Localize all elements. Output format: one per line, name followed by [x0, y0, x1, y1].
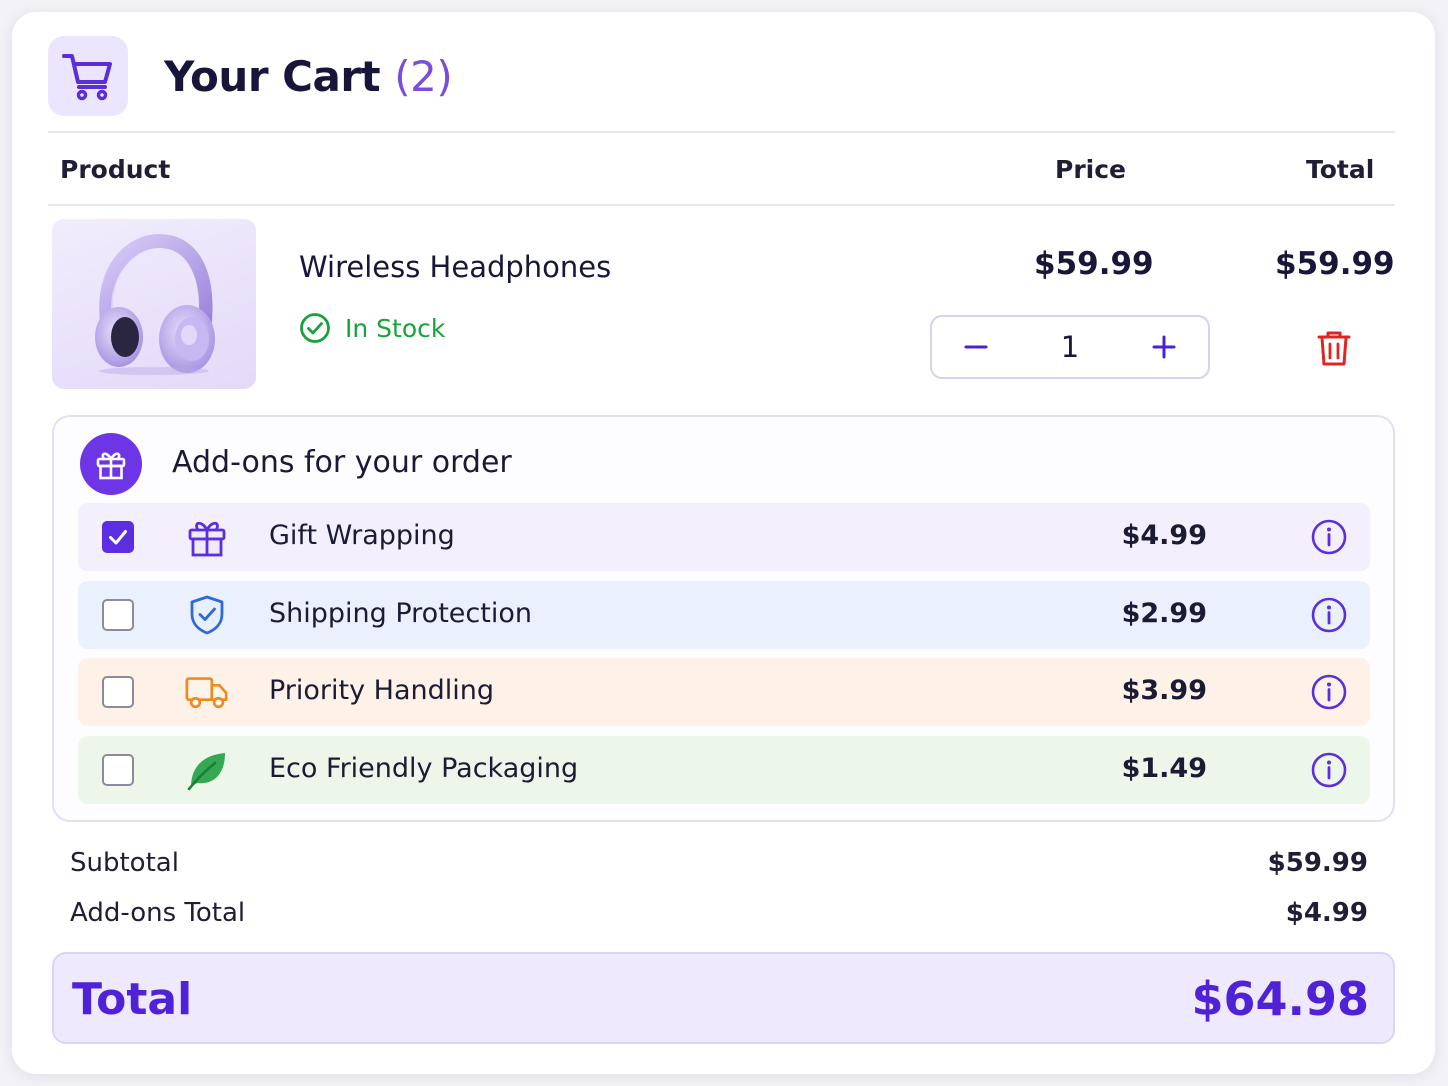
check-circle-icon [300, 313, 330, 343]
column-header-product: Product [60, 155, 171, 184]
trash-icon[interactable] [1314, 328, 1354, 368]
addon-label: Eco Friendly Packaging [269, 753, 579, 784]
item-total: $59.99 [1275, 246, 1395, 282]
addons-total-label: Add-ons Total [70, 898, 246, 928]
addon-row-priority-handling[interactable]: Priority Handling $3.99 [78, 658, 1370, 726]
addon-icon-shipping-protection [184, 593, 230, 637]
truck-icon [185, 677, 228, 709]
addons-total-value: $4.99 [1285, 898, 1368, 928]
quantity-value[interactable]: 1 [1040, 330, 1100, 364]
addon-row-gift-wrapping[interactable]: Gift Wrapping $4.99 [78, 503, 1370, 571]
addon-checkbox-gift-wrapping[interactable] [102, 521, 134, 553]
gift-icon [188, 521, 226, 557]
page-title: Your Cart (2) [164, 52, 453, 101]
addon-icon-eco-friendly-packaging [184, 748, 230, 792]
addon-row-eco-friendly-packaging[interactable]: Eco Friendly Packaging $1.49 [78, 736, 1370, 804]
minus-icon [964, 345, 988, 349]
addon-label: Priority Handling [269, 675, 495, 706]
column-header-total: Total [1306, 155, 1375, 184]
addon-label: Shipping Protection [269, 598, 532, 629]
addon-price: $4.99 [1121, 520, 1207, 551]
info-icon[interactable] [1310, 751, 1348, 789]
addons-panel: Add-ons for your order Gift Wrapping $4.… [52, 415, 1395, 822]
addon-checkbox-shipping-protection[interactable] [102, 599, 134, 631]
product-name[interactable]: Wireless Headphones [299, 250, 611, 284]
gift-icon [96, 452, 126, 480]
cart-item-count: (2) [394, 52, 453, 101]
increment-button[interactable] [1150, 333, 1178, 361]
info-icon[interactable] [1310, 673, 1348, 711]
addon-price: $1.49 [1121, 753, 1207, 784]
leaf-icon [187, 753, 225, 791]
addons-gift-badge [80, 433, 142, 495]
addon-checkbox-priority-handling[interactable] [102, 676, 134, 708]
headphones-icon [95, 233, 215, 375]
shield-check-icon [190, 595, 224, 635]
stock-status-text: In Stock [345, 313, 446, 343]
column-header-price: Price [1055, 155, 1126, 184]
addon-row-shipping-protection[interactable]: Shipping Protection $2.99 [78, 581, 1370, 649]
addons-title: Add-ons for your order [172, 445, 512, 480]
cart-title-text: Your Cart [164, 52, 381, 101]
cart-icon [62, 54, 112, 101]
cart-icon-container [48, 36, 128, 116]
subtotal-label: Subtotal [70, 848, 179, 878]
plus-icon [1152, 335, 1176, 359]
subtotal-value: $59.99 [1267, 848, 1368, 878]
addon-checkbox-eco-friendly-packaging[interactable] [102, 754, 134, 786]
item-price: $59.99 [1034, 246, 1154, 282]
grand-total-value: $64.98 [1191, 972, 1369, 1026]
addon-price: $2.99 [1121, 598, 1207, 629]
decrement-button[interactable] [962, 333, 990, 361]
addon-icon-gift-wrapping [184, 515, 230, 559]
quantity-stepper: 1 [930, 315, 1210, 379]
grand-total-label: Total [72, 974, 193, 1025]
addon-label: Gift Wrapping [269, 520, 455, 551]
stock-status: In Stock [299, 312, 445, 344]
cart-card: Your Cart (2) Product Price Total Wirele… [12, 12, 1435, 1074]
product-image[interactable] [52, 219, 256, 389]
checkmark-icon [109, 530, 127, 545]
columns-divider [48, 204, 1395, 206]
info-icon[interactable] [1310, 596, 1348, 634]
addon-price: $3.99 [1121, 675, 1207, 706]
header-divider [48, 131, 1395, 133]
grand-total-bar: Total $64.98 [52, 952, 1395, 1044]
addon-icon-priority-handling [184, 670, 230, 714]
info-icon[interactable] [1310, 518, 1348, 556]
